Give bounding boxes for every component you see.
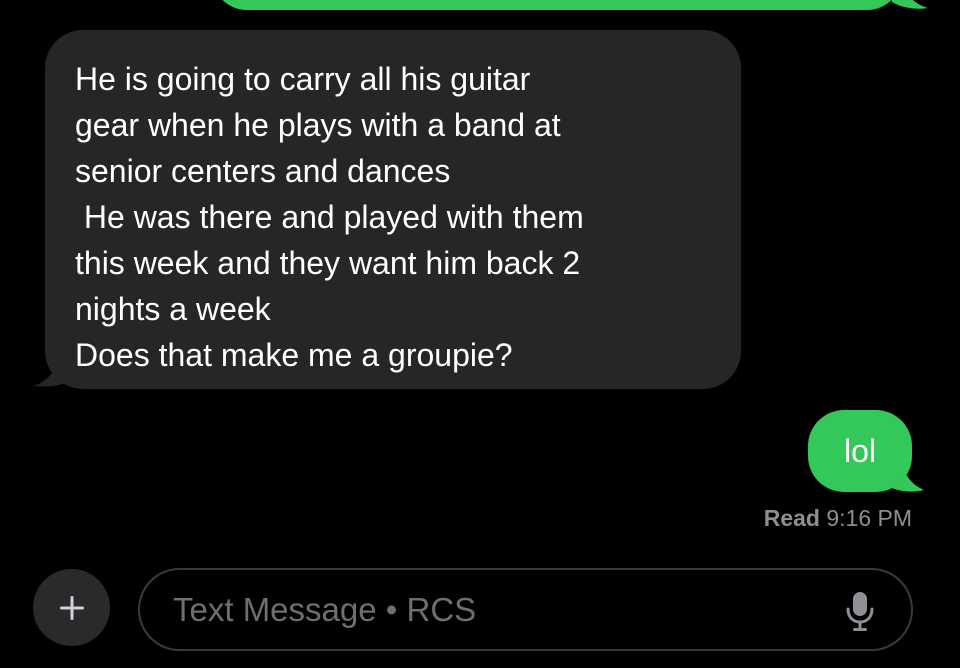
message-line: He is going to carry all his guitar xyxy=(75,61,531,97)
received-message-bubble[interactable]: He is going to carry all his guitar gear… xyxy=(45,30,741,389)
messages-screen: He is going to carry all his guitar gear… xyxy=(0,0,960,668)
previous-sent-bubble xyxy=(212,0,902,10)
message-line: senior centers and dances xyxy=(75,153,451,189)
message-line: Does that make me a groupie? xyxy=(75,337,513,373)
add-attachment-button[interactable] xyxy=(33,569,110,646)
message-line: He was there and played with them xyxy=(75,199,584,235)
message-line: gear when he plays with a band at xyxy=(75,107,561,143)
microphone-icon[interactable] xyxy=(845,590,875,632)
message-line: nights a week xyxy=(75,291,271,327)
sent-message-bubble[interactable]: lol xyxy=(808,410,912,492)
plus-icon xyxy=(59,595,84,620)
message-line: this week and they want him back 2 xyxy=(75,245,581,281)
read-status: Read xyxy=(763,505,820,531)
read-receipt: Read 9:16 PM xyxy=(764,505,912,532)
message-input-placeholder: Text Message • RCS xyxy=(173,591,477,628)
message-input[interactable]: Text Message • RCS xyxy=(138,568,913,651)
previous-sent-bubble-tail xyxy=(891,0,928,9)
read-time: 9:16 PM xyxy=(826,505,912,531)
sent-message-text: lol xyxy=(843,433,876,469)
